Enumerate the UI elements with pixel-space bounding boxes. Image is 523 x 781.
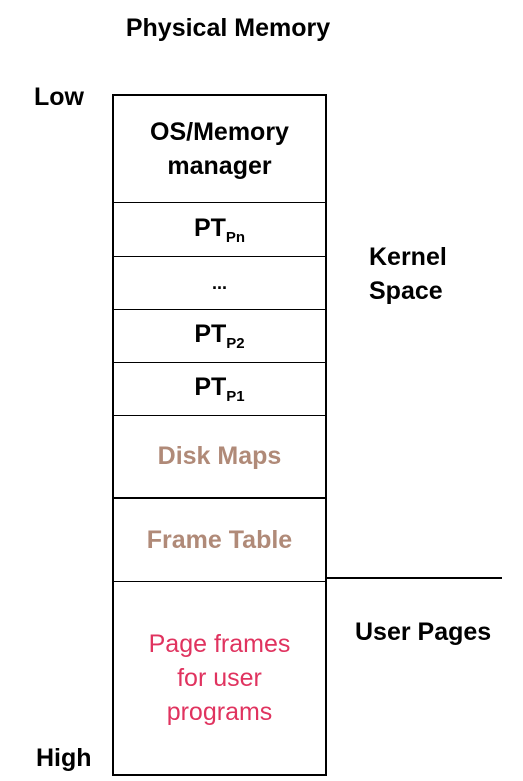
- ellipsis-segment: ...: [114, 257, 325, 310]
- kernel-user-divider: [327, 577, 502, 579]
- user-pages-label: User Pages: [355, 618, 492, 646]
- diagram-title: Physical Memory: [125, 14, 331, 42]
- physical-memory-column: OS/Memory manager PTPn ... PTP2 PTP1 Dis…: [112, 94, 327, 776]
- frame-table-label: Frame Table: [146, 525, 293, 554]
- ellipsis-text: ...: [211, 272, 227, 293]
- user-frames-line-1: Page frames: [148, 630, 291, 658]
- os-memory-manager-segment: OS/Memory manager: [114, 96, 325, 203]
- os-segment-line-1: OS/Memory: [150, 118, 289, 146]
- kernel-space-label: Kernel Space: [369, 243, 447, 305]
- page-table-p1-segment: PTP1: [114, 363, 325, 416]
- page-table-p2-segment: PTP2: [114, 310, 325, 363]
- page-table-p1-label: PTP1: [194, 373, 245, 405]
- user-page-frames-segment: Page frames for user programs: [114, 582, 325, 774]
- high-address-label: High: [36, 744, 92, 772]
- disk-maps-label: Disk Maps: [157, 442, 282, 470]
- page-table-pn-label: PTPn: [193, 213, 246, 246]
- user-frames-line-3: programs: [166, 698, 273, 726]
- os-segment-line-2: manager: [167, 152, 272, 180]
- low-address-label: Low: [34, 83, 84, 111]
- disk-maps-segment: Disk Maps: [114, 416, 325, 499]
- page-table-pn-segment: PTPn: [114, 203, 325, 257]
- page-table-p2-label: PTP2: [194, 320, 245, 352]
- user-frames-line-2: for user: [177, 664, 262, 692]
- frame-table-segment: Frame Table: [114, 499, 325, 582]
